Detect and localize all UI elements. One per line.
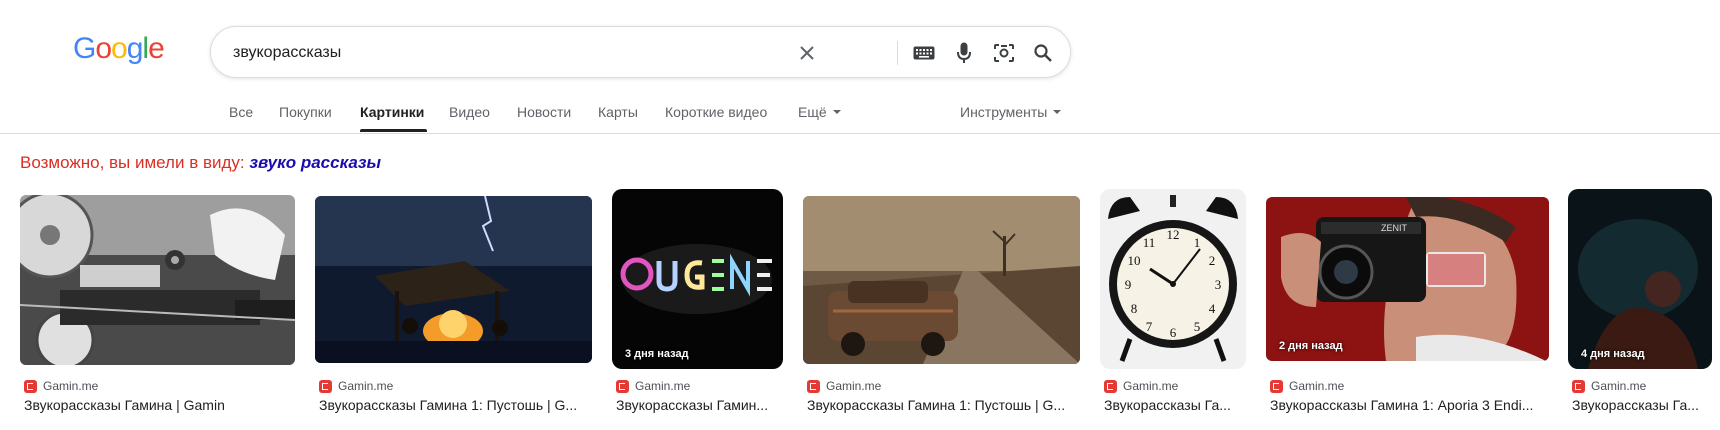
image-result[interactable]: ZENIT 2 дня назад Gamin.me Звукорассказы… <box>1266 189 1549 429</box>
favicon-icon <box>616 379 629 393</box>
search-divider <box>897 41 898 65</box>
result-title[interactable]: Звукорассказы Га... <box>1104 397 1246 413</box>
logo-letter: G <box>73 32 96 65</box>
logo-letter: o <box>95 32 112 65</box>
result-thumbnail[interactable]: ZENIT 2 дня назад <box>1266 197 1549 361</box>
image-result[interactable]: Gamin.me Звукорассказы Гамина 1: Пустошь… <box>803 189 1080 429</box>
svg-text:1: 1 <box>1194 235 1201 250</box>
tab-videos[interactable]: Видео <box>449 104 490 120</box>
result-source[interactable]: Gamin.me <box>1104 378 1178 394</box>
tab-news[interactable]: Новости <box>517 104 571 120</box>
source-name: Gamin.me <box>338 379 394 393</box>
logo-letter: o <box>111 32 128 65</box>
svg-text:10: 10 <box>1128 253 1141 268</box>
tab-more[interactable]: Ещё <box>798 104 841 120</box>
date-badge: 4 дня назад <box>1581 348 1645 360</box>
result-thumbnail[interactable] <box>315 196 592 363</box>
svg-text:11: 11 <box>1143 235 1156 250</box>
suggestion-prefix: Возможно, вы имели в виду: <box>20 153 245 172</box>
svg-text:5: 5 <box>1194 319 1201 334</box>
result-source[interactable]: Gamin.me <box>1270 378 1344 394</box>
favicon-icon <box>1270 379 1283 393</box>
result-thumbnail[interactable] <box>803 196 1080 364</box>
source-name: Gamin.me <box>635 379 691 393</box>
google-logo[interactable]: Google <box>73 32 165 66</box>
search-box <box>210 26 1071 78</box>
source-name: Gamin.me <box>1591 379 1647 393</box>
tools-label: Инструменты <box>960 104 1048 120</box>
result-title[interactable]: Звукорассказы Гамина 1: Пустошь | G... <box>807 397 1080 413</box>
result-thumbnail[interactable]: 12 3 6 9 12 45 7 8 10 11 <box>1100 189 1246 369</box>
source-name: Gamin.me <box>826 379 882 393</box>
favicon-icon <box>1572 379 1585 393</box>
svg-text:2: 2 <box>1209 253 1216 268</box>
tab-short-videos[interactable]: Короткие видео <box>665 104 767 120</box>
result-source[interactable]: Gamin.me <box>1572 378 1646 394</box>
svg-text:9: 9 <box>1125 277 1132 292</box>
date-badge: 3 дня назад <box>625 348 689 360</box>
result-thumbnail[interactable]: 3 дня назад <box>612 189 783 369</box>
favicon-icon <box>24 379 37 393</box>
source-name: Gamin.me <box>1123 379 1179 393</box>
tab-more-label: Ещё <box>798 104 827 120</box>
svg-text:6: 6 <box>1170 325 1177 340</box>
microphone-icon[interactable] <box>951 40 977 66</box>
tab-maps[interactable]: Карты <box>598 104 638 120</box>
result-thumbnail[interactable] <box>20 195 295 365</box>
camera-lens-icon[interactable] <box>991 40 1017 66</box>
tab-all[interactable]: Все <box>229 104 253 120</box>
search-tabs: Все Покупки Картинки Видео Новости Карты… <box>0 100 1720 134</box>
result-source[interactable]: Gamin.me <box>24 378 98 394</box>
image-result[interactable]: Gamin.me Звукорассказы Гамина | Gamin <box>20 189 295 429</box>
logo-letter: g <box>126 32 144 65</box>
keyboard-icon[interactable] <box>911 40 937 66</box>
image-result[interactable]: 4 дня назад Gamin.me Звукорассказы Га... <box>1568 189 1720 429</box>
image-result[interactable]: 3 дня назад Gamin.me Звукорассказы Гамин… <box>612 189 783 429</box>
caret-down-icon <box>832 110 841 115</box>
result-thumbnail[interactable]: 4 дня назад <box>1568 189 1712 369</box>
search-icon[interactable] <box>1030 40 1056 66</box>
result-source[interactable]: Gamin.me <box>616 378 690 394</box>
tab-images[interactable]: Картинки <box>360 104 424 120</box>
favicon-icon <box>807 379 820 393</box>
tab-shopping[interactable]: Покупки <box>279 104 332 120</box>
suggestion-link[interactable]: звуко рассказы <box>249 153 381 172</box>
svg-text:12: 12 <box>1167 227 1180 242</box>
result-title[interactable]: Звукорассказы Гамин... <box>616 397 783 413</box>
image-result[interactable]: 12 3 6 9 12 45 7 8 10 11 Gamin.me Звукорассказы… <box>1100 189 1246 429</box>
result-title[interactable]: Звукорассказы Га... <box>1572 397 1720 413</box>
svg-text:4: 4 <box>1209 301 1216 316</box>
svg-text:8: 8 <box>1131 301 1138 316</box>
result-source[interactable]: Gamin.me <box>807 378 881 394</box>
favicon-icon <box>1104 379 1117 393</box>
favicon-icon <box>319 379 332 393</box>
source-name: Gamin.me <box>1289 379 1345 393</box>
result-source[interactable]: Gamin.me <box>319 378 393 394</box>
result-title[interactable]: Звукорассказы Гамина 1: Пустошь | G... <box>319 397 592 413</box>
active-tab-indicator <box>360 129 427 132</box>
result-title[interactable]: Звукорассказы Гамина 1: Aporia 3 Endi... <box>1270 397 1549 413</box>
logo-letter: e <box>148 32 165 65</box>
date-badge: 2 дня назад <box>1279 340 1343 352</box>
caret-down-icon <box>1053 110 1062 115</box>
svg-text:3: 3 <box>1215 277 1222 292</box>
spelling-suggestion: Возможно, вы имели в виду: звуко рассказ… <box>20 153 381 173</box>
search-input[interactable] <box>233 41 833 65</box>
result-title[interactable]: Звукорассказы Гамина | Gamin <box>24 397 295 413</box>
image-result[interactable]: Gamin.me Звукорассказы Гамина 1: Пустошь… <box>315 189 592 429</box>
source-name: Gamin.me <box>43 379 99 393</box>
svg-text:ZENIT: ZENIT <box>1381 223 1408 233</box>
close-icon[interactable] <box>794 40 820 66</box>
tools-button[interactable]: Инструменты <box>960 104 1062 120</box>
svg-text:7: 7 <box>1146 319 1153 334</box>
